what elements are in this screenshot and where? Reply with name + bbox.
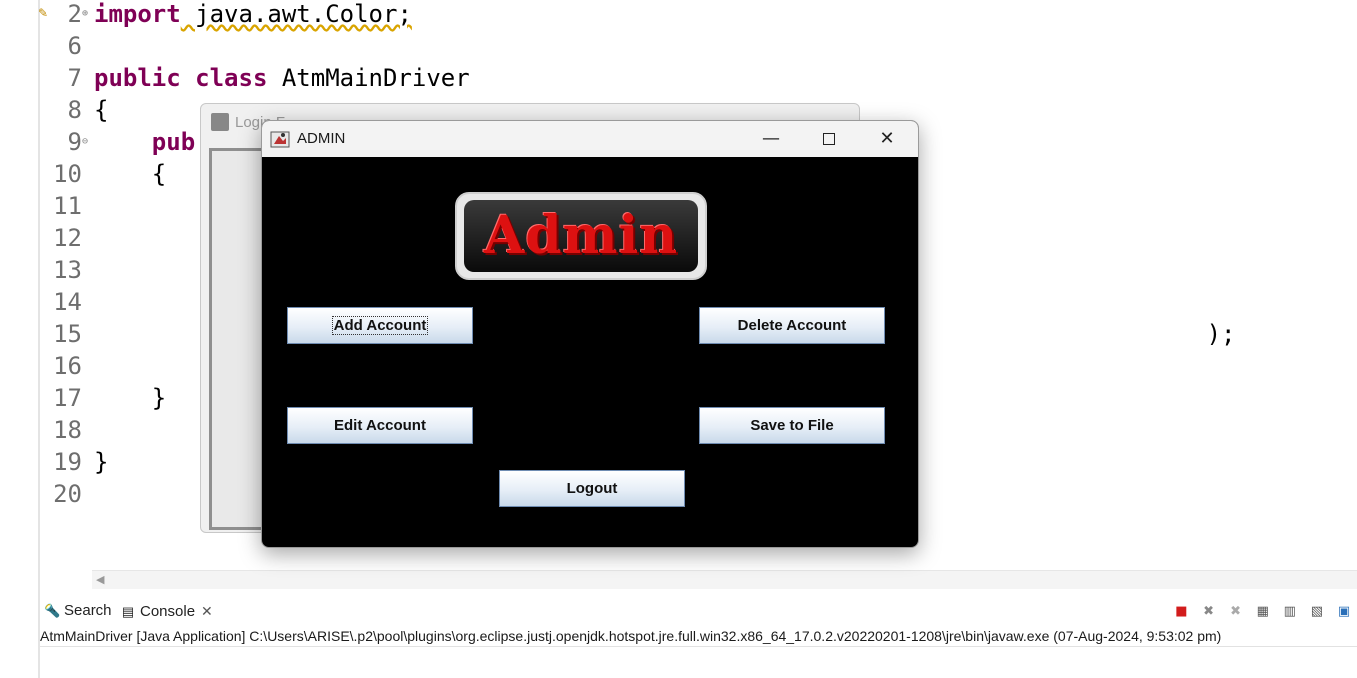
code-text: {: [94, 94, 108, 126]
line-number: 13: [53, 256, 82, 284]
code-token: java.awt.Color;: [180, 0, 412, 28]
line-number: 8: [67, 96, 82, 124]
minimize-button[interactable]: —: [742, 121, 800, 157]
search-icon: 🔦: [44, 603, 61, 618]
line-number: 14: [53, 288, 82, 316]
code-line: 6: [0, 30, 1357, 62]
line-number: 6: [67, 32, 82, 60]
code-token: }: [94, 448, 109, 476]
code-line: 7 public class AtmMainDriver: [0, 62, 1357, 94]
code-token: AtmMainDriver: [267, 64, 470, 92]
code-text: import java.awt.Color;: [94, 0, 412, 30]
code-line: 2 ⊕ import java.awt.Color;: [0, 0, 1357, 30]
admin-titlebar[interactable]: ADMIN — ✕: [262, 121, 918, 157]
open-console-icon[interactable]: ▣: [1335, 603, 1353, 621]
tab-search[interactable]: 🔦 Search: [44, 600, 112, 622]
line-number: 19: [53, 448, 82, 476]
maximize-button[interactable]: [800, 121, 858, 157]
line-number: 11: [53, 192, 82, 220]
tab-console-label: Console: [140, 603, 196, 620]
code-text: {: [94, 158, 166, 190]
save-to-file-button[interactable]: Save to File: [699, 407, 885, 444]
keyword: class: [195, 64, 268, 92]
delete-account-label: Delete Account: [737, 317, 847, 334]
java-icon: [270, 131, 290, 148]
admin-logo-text: Admin: [483, 205, 679, 266]
code-text: }: [94, 446, 108, 478]
line-number: 7: [67, 64, 82, 92]
line-number: 16: [53, 352, 82, 380]
line-number: 15: [53, 320, 82, 348]
admin-logo: Admin: [455, 192, 707, 280]
admin-window[interactable]: ADMIN — ✕ Admin Add Account Delete Accou…: [261, 120, 919, 548]
line-number: 20: [53, 480, 82, 508]
code-token: {: [94, 96, 109, 124]
console-tab-bar: 🔦 Search ▤ Console ✕: [40, 597, 1357, 625]
keyword: import: [94, 0, 181, 28]
console-toolbar: ■ ✖ ✖ ▦ ▥ ▧ ▣: [1168, 600, 1353, 620]
code-text: public class AtmMainDriver: [94, 62, 470, 94]
scroll-left-icon[interactable]: ◀: [96, 573, 104, 586]
code-text: }: [94, 382, 166, 414]
edit-account-label: Edit Account: [334, 417, 426, 434]
terminate-icon[interactable]: ■: [1172, 603, 1190, 621]
logout-label: Logout: [566, 480, 618, 497]
clear-console-icon[interactable]: ▦: [1254, 603, 1272, 621]
remove-launch-icon[interactable]: ✖: [1200, 603, 1218, 621]
horizontal-scrollbar[interactable]: ◀: [92, 570, 1357, 589]
remove-all-icon[interactable]: ✖: [1227, 603, 1245, 621]
tab-console[interactable]: ▤ Console ✕: [120, 600, 213, 622]
line-number: 17: [53, 384, 82, 412]
console-icon: ▤: [121, 604, 135, 619]
code-token: {: [94, 160, 167, 188]
java-icon: [211, 113, 229, 131]
line-number: 2: [67, 0, 82, 28]
line-number: 10: [53, 160, 82, 188]
line-number: 12: [53, 224, 82, 252]
edit-account-button[interactable]: Edit Account: [287, 407, 473, 444]
code-text: pub: [94, 126, 195, 158]
expand-fold-icon[interactable]: ⊕: [82, 0, 88, 30]
console-status-line: AtmMainDriver [Java Application] C:\User…: [40, 626, 1357, 647]
keyword: public: [94, 64, 181, 92]
code-token: }: [94, 384, 167, 412]
save-to-file-label: Save to File: [750, 417, 834, 434]
logout-button[interactable]: Logout: [499, 470, 685, 507]
delete-account-button[interactable]: Delete Account: [699, 307, 885, 344]
add-account-button[interactable]: Add Account: [287, 307, 473, 344]
scroll-lock-icon[interactable]: ▥: [1281, 603, 1299, 621]
close-icon[interactable]: ✕: [201, 603, 213, 619]
maximize-icon: [823, 133, 835, 145]
keyword: pub: [151, 128, 196, 156]
tab-search-label: Search: [64, 602, 112, 619]
add-account-label: Add Account: [331, 316, 429, 335]
collapse-fold-icon[interactable]: ⊖: [82, 126, 88, 158]
admin-window-title: ADMIN: [297, 130, 346, 147]
admin-logo-inner: Admin: [464, 200, 698, 272]
close-button[interactable]: ✕: [858, 121, 916, 157]
line-number: 18: [53, 416, 82, 444]
line-number: 9: [67, 128, 82, 156]
word-wrap-icon[interactable]: ▧: [1308, 603, 1326, 621]
